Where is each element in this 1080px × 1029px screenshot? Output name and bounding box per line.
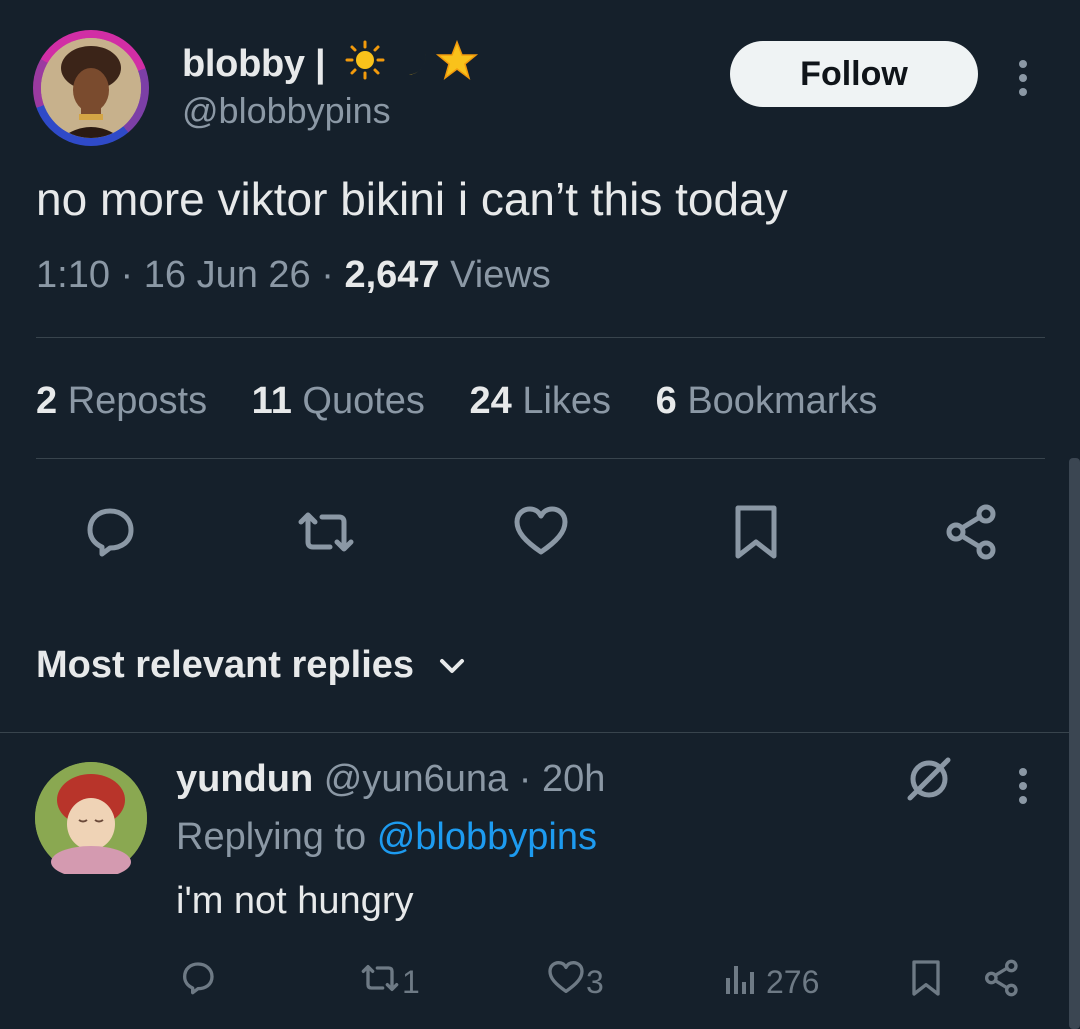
quotes-stat[interactable]: 11 Quotes: [252, 380, 425, 422]
divider: [36, 337, 1045, 338]
sun-emoji: [342, 40, 388, 90]
views-label: Views: [450, 254, 551, 296]
author-name[interactable]: blobby |: [182, 39, 480, 90]
tweet-text: no more viktor bikini i can’t this today: [36, 173, 788, 225]
reply-time[interactable]: 20h: [542, 758, 605, 800]
reply-views-count: 276: [766, 963, 820, 1000]
star-emoji: [434, 39, 480, 90]
reply-bookmark-button[interactable]: [906, 958, 946, 1006]
more-options-icon[interactable]: [1009, 58, 1037, 103]
reposts-stat[interactable]: 2 Reposts: [36, 380, 207, 422]
tweet-date[interactable]: 16 Jun 26: [144, 254, 311, 296]
views-icon: [722, 958, 762, 1006]
like-icon: [546, 958, 586, 1006]
replies-sort-dropdown[interactable]: Most relevant replies: [36, 642, 465, 687]
bookmark-icon[interactable]: [726, 502, 786, 562]
reply-text: i'm not hungry: [176, 880, 414, 922]
engagement-stats: 2 Reposts 11 Quotes 24 Likes 6 Bookmarks: [36, 380, 911, 423]
reply-views-button[interactable]: 276: [722, 958, 819, 1006]
tweet-meta: 1:10 · 16 Jun 26 · 2,647 Views: [36, 254, 551, 296]
likes-stat[interactable]: 24 Likes: [470, 380, 612, 422]
views-count: 2,647: [344, 254, 440, 296]
grok-icon[interactable]: [902, 752, 956, 811]
bookmark-icon: [906, 958, 946, 1006]
reply-icon: [178, 958, 218, 1006]
reply-header: yundun @yun6una · 20h: [176, 758, 606, 800]
reply-share-button[interactable]: [982, 958, 1022, 1006]
reply-repost-button[interactable]: 1: [358, 958, 420, 1006]
tweet-time[interactable]: 1:10: [36, 254, 110, 296]
author-avatar[interactable]: [41, 38, 141, 138]
author-handle[interactable]: @blobbypins: [182, 90, 391, 132]
reply-like-button[interactable]: 3: [546, 958, 604, 1006]
reply-icon[interactable]: [80, 502, 140, 562]
share-icon[interactable]: [942, 502, 1002, 562]
chevron-down-icon: [439, 642, 465, 685]
reply-more-options-icon[interactable]: [1009, 766, 1037, 811]
divider: [0, 732, 1080, 733]
replying-to: Replying to @blobbypins: [176, 816, 597, 858]
scrollbar[interactable]: [1069, 458, 1080, 1029]
repost-icon: [358, 958, 402, 1006]
bookmarks-stat[interactable]: 6 Bookmarks: [656, 380, 878, 422]
reply-author-handle[interactable]: @yun6una: [324, 758, 508, 800]
reply-author-name[interactable]: yundun: [176, 758, 313, 800]
reply-avatar[interactable]: [35, 762, 147, 878]
replying-to-handle[interactable]: @blobbypins: [377, 816, 597, 858]
follow-button[interactable]: Follow: [730, 41, 978, 107]
divider: [36, 458, 1045, 459]
like-icon[interactable]: [511, 502, 571, 562]
author-name-text: blobby |: [182, 43, 326, 85]
reply-like-count: 3: [586, 963, 604, 1000]
replies-sort-label: Most relevant replies: [36, 644, 415, 686]
reply-reply-button[interactable]: [178, 958, 218, 1006]
reply-repost-count: 1: [402, 963, 420, 1000]
crescent-moon-emoji: [388, 40, 434, 90]
share-icon: [982, 958, 1022, 1006]
repost-icon[interactable]: [296, 502, 356, 562]
